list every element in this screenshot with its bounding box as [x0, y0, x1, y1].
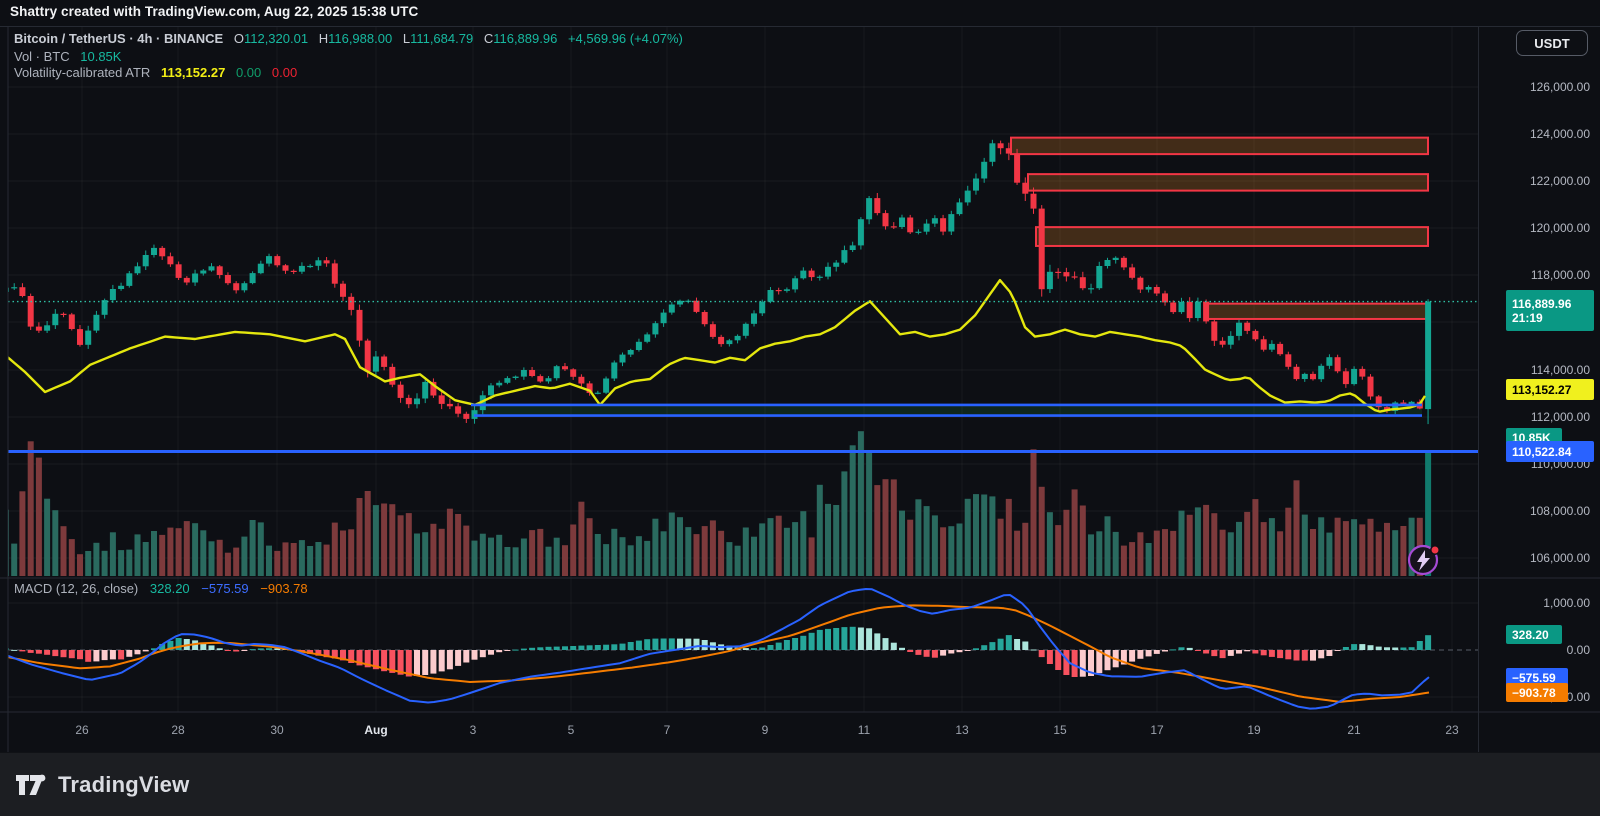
close-value: 116,889.96 — [493, 31, 558, 46]
macd-label: MACD (12, 26, close) — [14, 581, 139, 596]
low-value: 111,684.79 — [410, 31, 474, 46]
axis-time-label: 30 — [270, 723, 284, 737]
atr-value-badge: 113,152.27 — [1506, 379, 1594, 400]
axis-price-label: 108,000.00 — [1529, 504, 1590, 518]
macd-signal-badge: −903.78 — [1506, 683, 1568, 702]
change-value: +4,569.96 (+4.07%) — [567, 31, 683, 46]
symbol-title: Bitcoin / TetherUS · 4h · BINANCE — [14, 31, 224, 46]
axis-time-label: 19 — [1247, 723, 1261, 737]
axis-price-label: 118,000.00 — [1530, 268, 1590, 282]
level-price-badge: 110,522.84 — [1506, 441, 1594, 462]
atr-legend[interactable]: Volatility-calibrated ATR 113,152.27 0.0… — [14, 65, 297, 80]
axis-price-label: 106,000.00 — [1529, 551, 1590, 565]
atr-value: 113,152.27 — [160, 65, 226, 80]
atr-zero-up: 0.00 — [235, 65, 262, 80]
axis-price-label: 112,000.00 — [1530, 410, 1590, 424]
macd-legend[interactable]: MACD (12, 26, close) 328.20 −575.59 −903… — [14, 581, 308, 596]
symbol-legend[interactable]: Bitcoin / TetherUS · 4h · BINANCE O112,3… — [14, 31, 683, 46]
atr-label: Volatility-calibrated ATR — [14, 65, 151, 80]
currency-toggle-button[interactable]: USDT — [1516, 30, 1588, 56]
axis-time-label: Aug — [364, 723, 388, 737]
axis-time-label: 7 — [663, 723, 671, 737]
axis-price-label: 126,000.00 — [1529, 80, 1590, 94]
volume-legend[interactable]: Vol · BTC 10.85K — [14, 49, 121, 64]
axis-time-label: 21 — [1347, 723, 1361, 737]
macd-line-value: −575.59 — [201, 581, 249, 596]
axis-time-label: 11 — [857, 723, 871, 737]
axis-time-label: 13 — [955, 723, 969, 737]
axis-time-label: 5 — [567, 723, 575, 737]
high-value: 116,988.00 — [328, 31, 393, 46]
footer-bar: TradingView — [0, 752, 1600, 816]
open-value: 112,320.01 — [243, 31, 309, 46]
axis-time-label: 26 — [75, 723, 89, 737]
close-key: C — [483, 31, 494, 46]
axis-price-label: 120,000.00 — [1529, 221, 1590, 235]
axis-price-label: 114,000.00 — [1530, 363, 1590, 377]
axis-price-label: 122,000.00 — [1529, 174, 1590, 188]
tradingview-wordmark[interactable]: TradingView — [58, 772, 189, 798]
axis-price-label: 0.00 — [1566, 643, 1590, 657]
open-key: O — [233, 31, 244, 46]
macd-signal-value: −903.78 — [260, 581, 308, 596]
macd-hist-value: 328.20 — [149, 581, 190, 596]
macd-hist-badge: 328.20 — [1506, 625, 1562, 644]
close-price-badge: 116,889.96 21:19 — [1506, 290, 1594, 331]
atr-zero-down: 0.00 — [271, 65, 298, 80]
axis-price-label: 1,000.00 — [1543, 596, 1590, 610]
axis-time-label: 3 — [469, 723, 477, 737]
price-chart-canvas[interactable] — [0, 0, 1600, 816]
volume-value: 10.85K — [80, 49, 122, 64]
axis-time-label: 28 — [171, 723, 185, 737]
axis-time-label: 15 — [1053, 723, 1067, 737]
axis-price-label: 124,000.00 — [1529, 127, 1590, 141]
axis-time-label: 17 — [1150, 723, 1164, 737]
tradingview-chart-window: Shattry created with TradingView.com, Au… — [0, 0, 1600, 816]
low-key: L — [402, 31, 411, 46]
axis-time-label: 9 — [761, 723, 769, 737]
high-key: H — [318, 31, 329, 46]
boost-lightning-icon[interactable] — [1405, 541, 1443, 579]
axis-time-label: 23 — [1445, 723, 1459, 737]
tradingview-logo-icon[interactable] — [14, 771, 48, 799]
volume-label: Vol · BTC — [14, 49, 70, 64]
